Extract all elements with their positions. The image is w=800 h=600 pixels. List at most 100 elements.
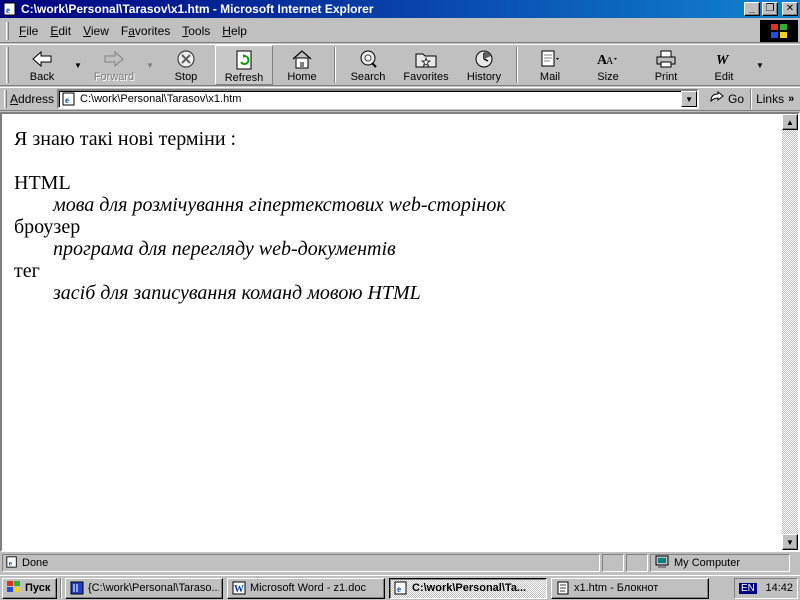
menu-bar: File Edit View Favorites Tools Help bbox=[0, 19, 800, 43]
history-button[interactable]: History bbox=[455, 45, 513, 85]
links-label: Links bbox=[756, 92, 785, 106]
close-icon: ✕ bbox=[785, 3, 795, 14]
content-frame: Я знаю такі нові терміни : HTML мова для… bbox=[0, 112, 800, 552]
toolbar-separator bbox=[334, 47, 336, 83]
history-icon bbox=[472, 48, 496, 70]
start-label: Пуск bbox=[25, 582, 51, 594]
go-arrow-icon bbox=[709, 90, 725, 108]
mail-button[interactable]: Mail bbox=[521, 45, 579, 85]
status-pane-progress bbox=[602, 554, 624, 572]
standard-toolbar: Back ▼ Forward ▼ Stop Refresh Home Searc… bbox=[0, 44, 800, 86]
maximize-button[interactable]: ❐ bbox=[762, 2, 778, 16]
taskbar-separator bbox=[60, 578, 62, 598]
term-definition: мова для розмічування гіпертекстових web… bbox=[53, 194, 506, 216]
address-input[interactable] bbox=[80, 93, 681, 105]
menu-edit[interactable]: Edit bbox=[44, 24, 77, 38]
svg-text:e: e bbox=[397, 584, 401, 594]
address-field[interactable]: e ▼ bbox=[57, 89, 700, 109]
stop-button[interactable]: Stop bbox=[157, 45, 215, 85]
word-edit-icon: W bbox=[712, 48, 736, 70]
task-button[interactable]: {C:\work\Personal\Taraso... bbox=[65, 577, 223, 599]
addressbar-grip[interactable] bbox=[4, 90, 7, 108]
menu-view[interactable]: View bbox=[77, 24, 115, 38]
page-icon: e bbox=[6, 555, 18, 571]
svg-text:e: e bbox=[9, 558, 13, 567]
page-icon: e bbox=[61, 92, 77, 106]
menu-favorites[interactable]: Favorites bbox=[115, 24, 176, 38]
go-button[interactable]: Go bbox=[709, 90, 745, 108]
clock[interactable]: 14:42 bbox=[765, 582, 793, 594]
minimize-icon: _ bbox=[749, 3, 755, 14]
close-button[interactable]: ✕ bbox=[782, 2, 798, 16]
svg-text:e: e bbox=[65, 95, 69, 105]
forward-arrow-icon bbox=[102, 48, 126, 70]
forward-button[interactable]: Forward bbox=[85, 45, 143, 85]
home-button[interactable]: Home bbox=[273, 45, 331, 85]
back-arrow-icon bbox=[30, 48, 54, 70]
status-text: Done bbox=[22, 557, 49, 569]
toolbar-grip[interactable] bbox=[6, 47, 9, 83]
task-button[interactable]: W Microsoft Word - z1.doc bbox=[227, 577, 385, 599]
chevron-right-icon: » bbox=[788, 93, 795, 105]
start-button[interactable]: Пуск bbox=[2, 577, 57, 599]
edit-dropdown-button[interactable]: ▼ bbox=[753, 45, 767, 85]
windows-logo-icon bbox=[760, 20, 798, 42]
scroll-up-button[interactable]: ▲ bbox=[782, 114, 798, 130]
svg-text:e: e bbox=[6, 5, 10, 15]
status-bar: e Done My Computer bbox=[0, 553, 800, 573]
task-button[interactable]: x1.htm - Блокнот bbox=[551, 577, 709, 599]
font-size-icon: AA bbox=[596, 48, 620, 70]
title-bar[interactable]: e C:\work\Personal\Tarasov\x1.htm - Micr… bbox=[0, 0, 800, 18]
address-label: Address bbox=[10, 92, 55, 106]
restore-icon: ❐ bbox=[765, 3, 775, 14]
book-icon bbox=[69, 580, 85, 596]
task-button-active[interactable]: e C:\work\Personal\Ta... bbox=[389, 577, 547, 599]
status-text-pane: e Done bbox=[2, 554, 600, 572]
language-indicator[interactable]: EN bbox=[739, 582, 757, 594]
window-title: C:\work\Personal\Tarasov\x1.htm - Micros… bbox=[21, 2, 374, 16]
refresh-button[interactable]: Refresh bbox=[215, 45, 273, 85]
windows-flag-icon bbox=[6, 580, 22, 597]
page-document: Я знаю такі нові терміни : HTML мова для… bbox=[2, 114, 782, 550]
go-label: Go bbox=[728, 92, 745, 106]
menu-tools[interactable]: Tools bbox=[176, 24, 216, 38]
favorites-folder-icon bbox=[414, 48, 438, 70]
arrow-down-icon: ▼ bbox=[786, 537, 794, 547]
scroll-down-button[interactable]: ▼ bbox=[782, 534, 798, 550]
svg-text:W: W bbox=[234, 584, 244, 595]
terms-list: HTML мова для розмічування гіпертекстови… bbox=[14, 172, 770, 304]
toolbar-separator bbox=[516, 47, 518, 83]
chevron-down-icon: ▼ bbox=[685, 94, 693, 104]
search-button[interactable]: Search bbox=[339, 45, 397, 85]
address-dropdown-button[interactable]: ▼ bbox=[681, 91, 698, 107]
term-definition: програма для перегляду web-документів bbox=[53, 238, 396, 260]
print-button[interactable]: Print bbox=[637, 45, 695, 85]
svg-text:A: A bbox=[606, 56, 614, 67]
notepad-icon bbox=[555, 580, 571, 596]
stop-icon bbox=[174, 48, 198, 70]
favorites-button[interactable]: Favorites bbox=[397, 45, 455, 85]
ie-icon: e bbox=[393, 580, 409, 596]
term: тег bbox=[14, 260, 40, 282]
security-zone-text: My Computer bbox=[674, 557, 741, 569]
forward-dropdown-button[interactable]: ▼ bbox=[143, 45, 157, 85]
links-button[interactable]: Links » bbox=[756, 92, 794, 106]
address-bar: Address e ▼ Go Links » bbox=[0, 87, 800, 111]
status-pane-security bbox=[626, 554, 648, 572]
term: броузер bbox=[14, 216, 81, 238]
vertical-scrollbar[interactable]: ▲ ▼ bbox=[782, 114, 798, 550]
term-definition: засіб для записування команд мовою HTML bbox=[53, 282, 421, 304]
term: HTML bbox=[14, 172, 71, 194]
back-dropdown-button[interactable]: ▼ bbox=[71, 45, 85, 85]
menu-file[interactable]: File bbox=[13, 24, 44, 38]
menu-help[interactable]: Help bbox=[216, 24, 253, 38]
size-button[interactable]: AA Size bbox=[579, 45, 637, 85]
arrow-up-icon: ▲ bbox=[786, 117, 794, 127]
security-zone-pane: My Computer bbox=[650, 554, 790, 572]
intro-text: Я знаю такі нові терміни : bbox=[14, 128, 237, 150]
search-icon bbox=[356, 48, 380, 70]
edit-button[interactable]: W Edit bbox=[695, 45, 753, 85]
menubar-grip[interactable] bbox=[6, 21, 9, 40]
minimize-button[interactable]: _ bbox=[744, 2, 760, 16]
back-button[interactable]: Back bbox=[13, 45, 71, 85]
